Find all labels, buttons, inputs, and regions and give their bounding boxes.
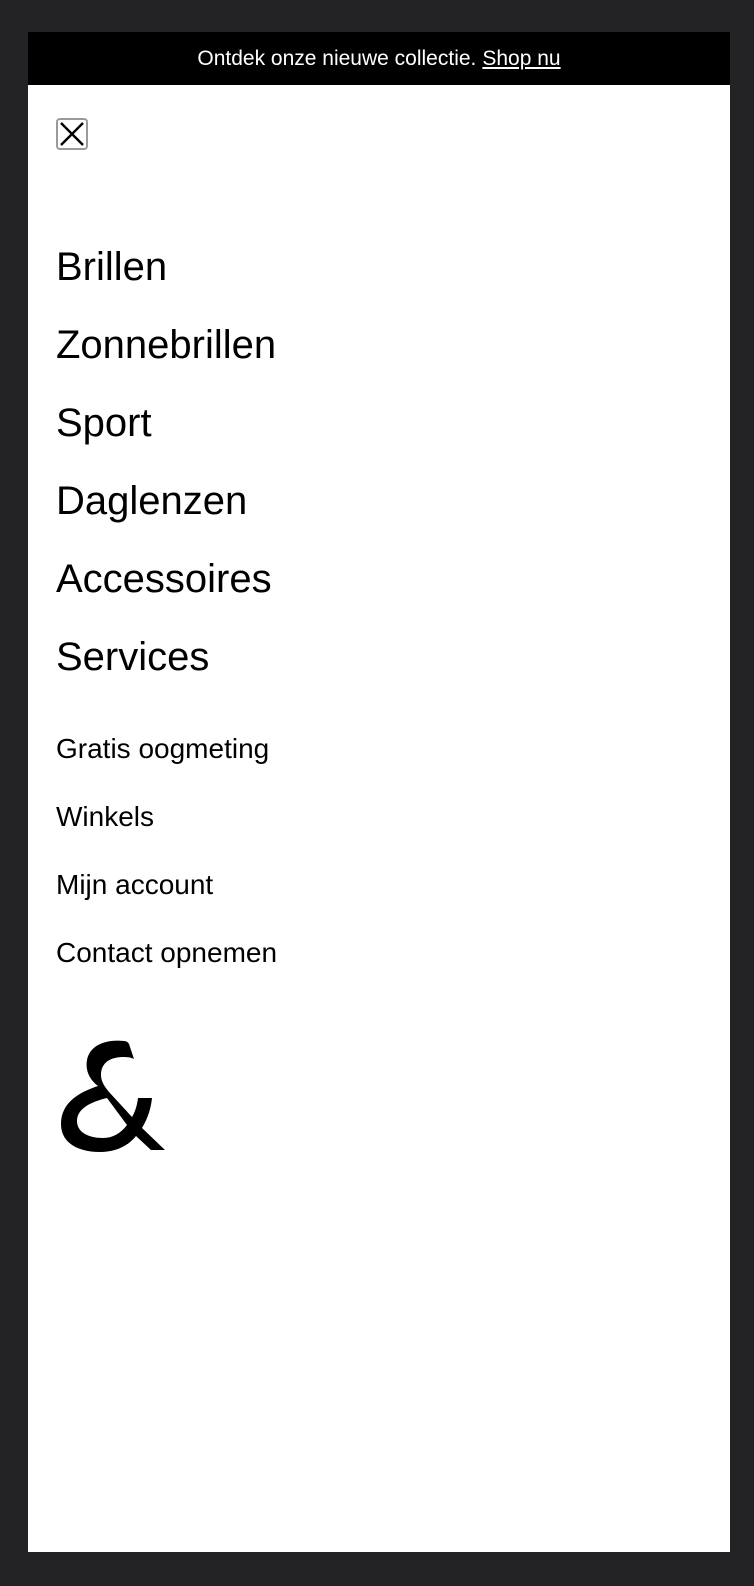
nav-item-contact-opnemen[interactable]: Contact opnemen xyxy=(56,936,277,1004)
nav-item-brillen[interactable]: Brillen xyxy=(56,244,276,322)
nav-item-daglenzen[interactable]: Daglenzen xyxy=(56,478,276,556)
primary-nav: Brillen Zonnebrillen Sport Daglenzen Acc… xyxy=(56,244,276,712)
nav-item-sport[interactable]: Sport xyxy=(56,400,276,478)
nav-item-gratis-oogmeting[interactable]: Gratis oogmeting xyxy=(56,732,277,800)
ampersand-logo[interactable] xyxy=(58,1040,166,1152)
nav-item-zonnebrillen[interactable]: Zonnebrillen xyxy=(56,322,276,400)
promo-banner: Ontdek onze nieuwe collectie. Shop nu xyxy=(28,32,730,85)
nav-item-accessoires[interactable]: Accessoires xyxy=(56,556,276,634)
secondary-nav: Gratis oogmeting Winkels Mijn account Co… xyxy=(56,732,277,1004)
promo-text: Ontdek onze nieuwe collectie. xyxy=(197,46,477,70)
nav-item-services[interactable]: Services xyxy=(56,634,276,712)
shop-now-link[interactable]: Shop nu xyxy=(482,47,560,71)
nav-item-winkels[interactable]: Winkels xyxy=(56,800,277,868)
mobile-menu-panel: Ontdek onze nieuwe collectie. Shop nu Br… xyxy=(28,32,730,1552)
nav-item-mijn-account[interactable]: Mijn account xyxy=(56,868,277,936)
close-icon xyxy=(60,122,84,146)
close-menu-button[interactable] xyxy=(56,118,88,150)
